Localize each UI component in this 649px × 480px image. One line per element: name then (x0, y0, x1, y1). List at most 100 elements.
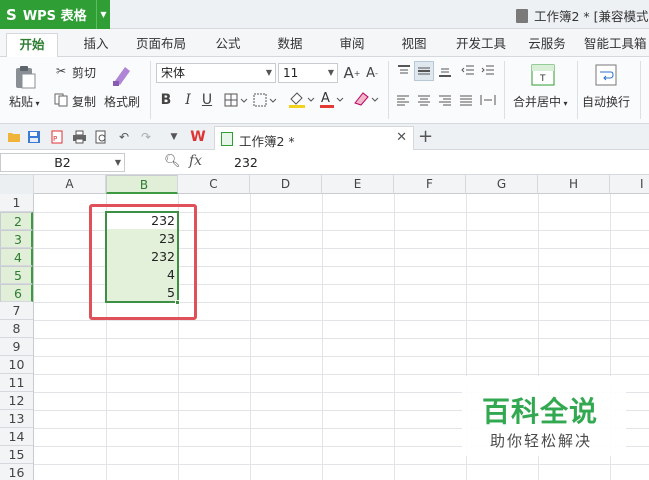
close-icon[interactable]: ✕ (396, 130, 407, 145)
align-bottom-icon[interactable] (436, 63, 454, 79)
row-header-1[interactable]: 1 (0, 194, 33, 212)
column-header-f[interactable]: F (394, 175, 466, 194)
font-size-select[interactable]: 11 ▼ (278, 63, 338, 83)
save-icon[interactable] (26, 129, 42, 145)
zoom-icon[interactable]: 🔍︎ (164, 154, 181, 169)
justify-icon[interactable] (458, 92, 474, 108)
redo-icon[interactable]: ↷ (138, 129, 154, 145)
column-header-i[interactable]: I (610, 175, 649, 194)
gridline (34, 356, 649, 357)
italic-button[interactable]: I (180, 91, 196, 109)
row-header-14[interactable]: 14 (0, 428, 33, 446)
tab-smart-tools[interactable]: 智能工具箱 (584, 33, 649, 57)
row-header-15[interactable]: 15 (0, 446, 33, 464)
copy-icon[interactable] (53, 92, 69, 108)
gridline (34, 338, 649, 339)
paste-icon[interactable] (12, 63, 38, 91)
column-header-h[interactable]: H (538, 175, 610, 194)
open-folder-icon[interactable] (6, 129, 22, 145)
row-header-16[interactable]: 16 (0, 464, 33, 480)
gridline (34, 320, 649, 321)
clear-format-icon[interactable] (352, 89, 382, 109)
tab-review[interactable]: 审阅 (330, 33, 374, 57)
tab-data[interactable]: 数据 (268, 33, 312, 57)
row-header-13[interactable]: 13 (0, 410, 33, 428)
row-header-9[interactable]: 9 (0, 338, 33, 356)
fill-color-icon[interactable] (287, 89, 317, 109)
increase-indent-icon[interactable] (479, 63, 497, 79)
row-header-8[interactable]: 8 (0, 320, 33, 338)
column-header-e[interactable]: E (322, 175, 394, 194)
format-painter-icon[interactable] (110, 62, 134, 88)
window-title: 工作簿2 * [兼容模式] (516, 6, 649, 25)
formula-input[interactable]: 232 (234, 155, 258, 170)
auto-wrap-icon[interactable] (594, 63, 618, 87)
document-tab[interactable]: 工作簿2 * ✕ (214, 126, 414, 150)
merge-center-button[interactable]: 合并居中 ▾ (513, 93, 568, 110)
underline-button[interactable]: U (199, 91, 215, 109)
row-header-5[interactable]: 5 (0, 266, 33, 284)
fill-pattern-icon[interactable] (253, 91, 279, 109)
align-top-icon[interactable] (395, 63, 413, 79)
bold-button[interactable]: B (158, 91, 174, 109)
paste-button[interactable]: 粘贴 ▾ (9, 93, 40, 110)
ribbon-tabs: 开始 插入 页面布局 公式 数据 审阅 视图 开发工具 云服务 智能工具箱 (0, 29, 649, 58)
font-name-select[interactable]: 宋体 ▼ (156, 63, 276, 83)
select-all-corner[interactable] (0, 175, 34, 194)
column-header-a[interactable]: A (34, 175, 106, 194)
row-header-4[interactable]: 4 (0, 248, 33, 266)
align-center-icon[interactable] (416, 92, 432, 108)
align-middle-icon[interactable] (414, 61, 434, 81)
copy-button[interactable]: 复制 (72, 93, 96, 110)
auto-wrap-button[interactable]: 自动换行 (582, 93, 630, 110)
column-header-c[interactable]: C (178, 175, 250, 194)
app-menu-button[interactable]: S WPS 表格 ▼ (0, 0, 110, 29)
align-left-icon[interactable] (395, 92, 411, 108)
borders-icon[interactable] (224, 91, 250, 109)
tab-cloud[interactable]: 云服务 (522, 33, 572, 57)
grow-font-icon[interactable]: A + (343, 63, 361, 83)
gridline (394, 194, 395, 480)
export-pdf-icon[interactable]: P (49, 129, 65, 145)
tab-developer[interactable]: 开发工具 (450, 33, 512, 57)
undo-icon[interactable]: ↶ (116, 129, 132, 145)
print-preview-icon[interactable] (93, 129, 109, 145)
distributed-align-icon[interactable] (479, 92, 497, 108)
gridline (322, 194, 323, 480)
row-header-3[interactable]: 3 (0, 230, 33, 248)
chevron-down-icon: ▼ (327, 68, 334, 77)
font-color-icon[interactable]: A (318, 89, 348, 109)
print-icon[interactable] (71, 129, 87, 145)
column-header-d[interactable]: D (250, 175, 322, 194)
divider (640, 61, 641, 119)
tab-insert[interactable]: 插入 (72, 33, 120, 57)
column-header-g[interactable]: G (466, 175, 538, 194)
name-box[interactable]: B2 ▼ (0, 153, 125, 172)
row-header-2[interactable]: 2 (0, 212, 33, 230)
cut-button[interactable]: 剪切 (72, 64, 96, 81)
scissors-icon[interactable]: ✂ (53, 63, 69, 79)
tab-view[interactable]: 视图 (392, 33, 436, 57)
divider (388, 61, 389, 119)
new-tab-icon[interactable]: + (418, 126, 433, 147)
row-header-6[interactable]: 6 (0, 284, 33, 302)
watermark: 百科全说 助你轻松解决 (462, 376, 626, 456)
row-header-11[interactable]: 11 (0, 374, 33, 392)
row-header-12[interactable]: 12 (0, 392, 33, 410)
wps-home-icon[interactable]: W (190, 129, 206, 145)
merge-center-icon[interactable]: T (530, 63, 556, 87)
decrease-indent-icon[interactable] (459, 63, 477, 79)
row-header-10[interactable]: 10 (0, 356, 33, 374)
tab-formulas[interactable]: 公式 (206, 33, 250, 57)
column-header-b[interactable]: B (106, 175, 178, 194)
tab-page-layout[interactable]: 页面布局 (130, 33, 192, 57)
tab-home[interactable]: 开始 (6, 33, 58, 58)
align-right-icon[interactable] (437, 92, 453, 108)
spreadsheet-grid[interactable]: A B C D E F G H I 1 2 3 4 5 6 7 8 9 10 1… (0, 175, 649, 480)
shrink-font-icon[interactable]: A- (363, 63, 381, 83)
fx-icon[interactable]: fx (189, 153, 202, 169)
customize-toolbar-icon[interactable]: ▼ (166, 129, 182, 145)
row-header-7[interactable]: 7 (0, 302, 33, 320)
chevron-down-icon[interactable]: ▼ (96, 0, 110, 29)
format-painter-button[interactable]: 格式刷 (104, 93, 140, 110)
